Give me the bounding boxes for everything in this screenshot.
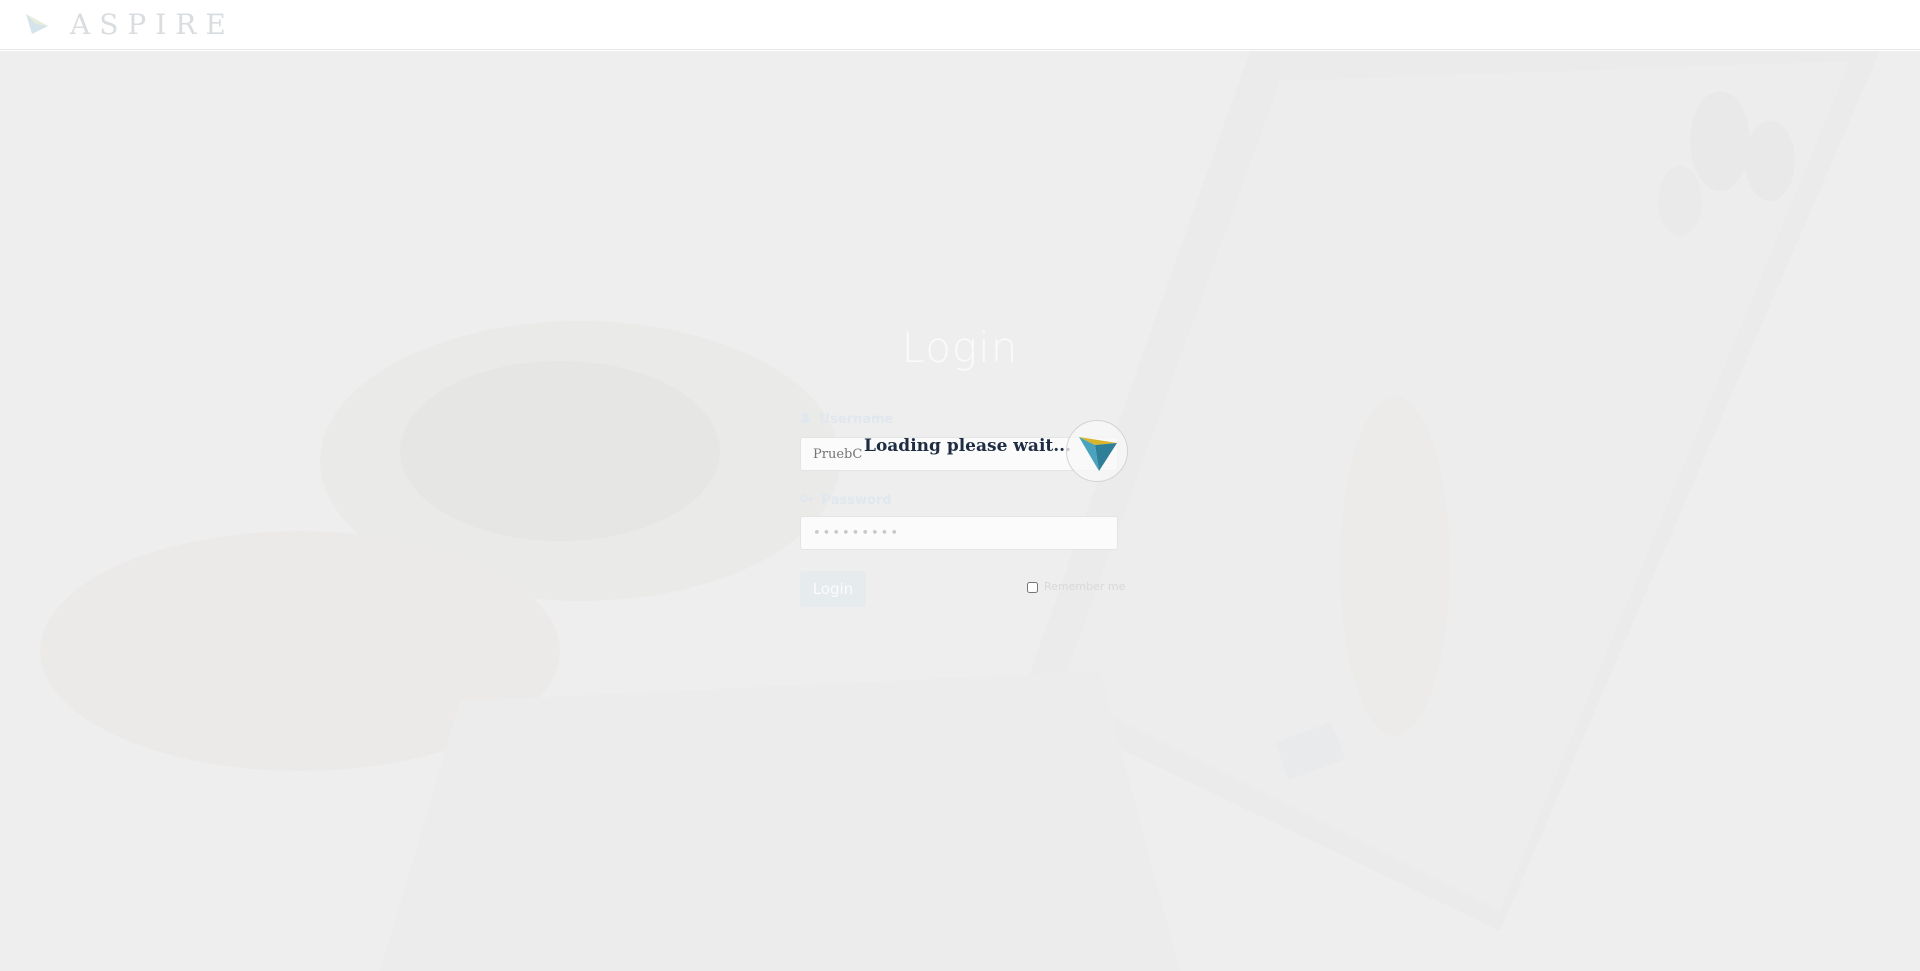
login-title: Login [901, 323, 1019, 372]
remember-me-checkbox[interactable] [1027, 581, 1038, 593]
password-input[interactable] [800, 516, 1118, 550]
login-background: Login Username Password Login Remember m… [0, 51, 1920, 971]
remember-me[interactable]: Remember me [1027, 580, 1125, 593]
login-button[interactable]: Login [800, 571, 866, 607]
loading-message: Loading please wait... [864, 436, 1072, 456]
user-icon [800, 412, 816, 427]
remember-me-label: Remember me [1044, 580, 1126, 593]
brand-name: ASPIRE [70, 8, 235, 41]
password-label-text: Password [821, 493, 892, 508]
password-label: Password [799, 493, 892, 508]
username-label-text: Username [819, 412, 894, 427]
key-icon [799, 493, 818, 508]
background-veil [0, 51, 1920, 971]
top-bar: ASPIRE [0, 0, 1920, 50]
username-label: Username [800, 412, 893, 427]
aspire-logo-icon [24, 12, 50, 36]
loading-spinner [1066, 420, 1128, 482]
